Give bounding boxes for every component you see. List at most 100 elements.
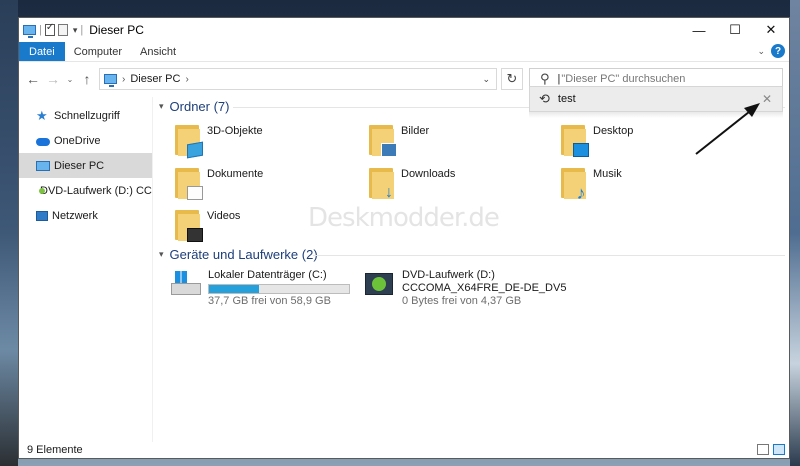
star-icon: ★ [36,107,48,123]
picture-icon [381,143,397,157]
network-icon [36,210,48,221]
sidebar-item-label: Netzwerk [52,209,98,222]
help-button[interactable]: ? [771,44,785,58]
refresh-button[interactable]: ↻ [501,68,523,90]
recent-locations-chevron-icon[interactable]: ⌄ [63,75,77,84]
suggestion-dropdown-shadow [529,112,783,118]
quick-access-toolbar: | ▾ | [19,22,84,38]
folder-label: Dokumente [207,168,264,180]
search-placeholder[interactable]: "Dieser PC" durchsuchen [561,73,685,85]
folder-label: Downloads [401,168,456,180]
back-arrow-icon[interactable]: ← [23,71,43,87]
drive-label: CCCOMA_X64FRE_DE-DE_DV5 [402,282,567,294]
sidebar-item-this-pc[interactable]: Dieser PC [19,153,152,178]
expand-ribbon-chevron-icon[interactable]: ⌄ [757,46,765,57]
up-arrow-icon[interactable]: ↑ [77,71,97,87]
film-strip-icon [187,228,203,242]
toolbar-separator: | [39,24,42,36]
folder-icon [559,121,589,157]
forward-arrow-icon[interactable]: → [43,71,63,87]
folder-documents[interactable]: Dokumente [173,168,263,200]
hard-drive-icon [169,269,203,301]
folder-icon [367,121,397,157]
tab-datei[interactable]: Datei [19,42,65,61]
drive-usage-bar [208,284,350,294]
document-icon [187,186,203,200]
download-arrow-icon: ↓ [385,184,393,201]
watermark: Deskmodder.de [308,203,500,233]
group-title: Geräte und Laufwerke (2) [169,247,318,262]
new-folder-icon[interactable] [57,24,68,36]
folder-label: Videos [207,210,241,222]
breadcrumb-chevron-icon[interactable]: › [185,74,188,85]
file-list: ▾ Ordner (7) 3D-Objekte Bilder Desktop D… [153,97,789,444]
folder-icon: ↓ [367,164,395,201]
collapse-chevron-icon[interactable]: ▾ [159,101,164,112]
sidebar-item-network[interactable]: Netzwerk [19,203,152,228]
customize-toolbar-chevron-icon[interactable]: ▾ [73,25,78,36]
maximize-button[interactable]: ☐ [717,18,753,42]
collapse-chevron-icon[interactable]: ▾ [159,249,164,260]
this-pc-icon [23,25,36,38]
properties-icon[interactable] [44,22,55,36]
folder-label: Bilder [401,125,430,137]
ribbon-right-controls: ⌄ ? [757,44,785,58]
folder-icon: ♪ [559,164,587,203]
navigation-pane: ★ Schnellzugriff OneDrive Dieser PC DVD-… [19,97,153,444]
drive-c[interactable]: Lokaler Datenträger (C:) 37,7 GB frei vo… [169,269,350,308]
this-pc-icon [104,74,117,87]
address-dropdown-chevron-icon[interactable]: ⌄ [482,74,490,85]
folder-pictures[interactable]: Bilder [367,125,429,157]
folder-icon [173,121,203,159]
title-bar: | ▾ | Dieser PC — ☐ ✕ [19,18,789,42]
details-view-icon[interactable] [757,444,769,455]
music-note-icon: ♪ [576,183,586,203]
drive-d[interactable]: DVD-Laufwerk (D:) CCCOMA_X64FRE_DE-DE_DV… [363,269,566,308]
sidebar-item-quick-access[interactable]: ★ Schnellzugriff [19,103,152,128]
window-controls: — ☐ ✕ [681,18,789,42]
toolbar-separator: | [80,24,84,36]
view-buttons [757,444,785,455]
address-bar[interactable]: › Dieser PC › ⌄ [99,68,497,90]
ribbon-tabs: Datei Computer Ansicht ⌄ ? [19,42,789,62]
group-divider [313,255,785,256]
drive-name: DVD-Laufwerk (D:) [402,269,495,281]
explorer-window: | ▾ | Dieser PC — ☐ ✕ Datei Computer Ans… [18,17,790,459]
search-suggestion-text[interactable]: test [558,93,576,105]
sidebar-item-dvd-drive[interactable]: DVD-Laufwerk (D:) CCCC [19,178,152,203]
breadcrumb-chevron-icon[interactable]: › [122,74,125,85]
minimize-button[interactable]: — [681,18,717,42]
folder-3d-objects[interactable]: 3D-Objekte [173,125,263,159]
drive-usage-fill [209,285,260,293]
group-title: Ordner (7) [169,99,230,114]
folder-label: 3D-Objekte [207,125,263,137]
drive-free-space: 0 Bytes frei von 4,37 GB [402,295,522,307]
sidebar-item-onedrive[interactable]: OneDrive [19,128,152,153]
search-suggestion-item[interactable]: ⟲ test ✕ [529,86,783,112]
folder-label: Desktop [593,125,634,137]
tab-ansicht[interactable]: Ansicht [131,42,185,61]
remove-suggestion-icon[interactable]: ✕ [762,92,772,106]
folder-icon [173,164,203,200]
folder-label: Musik [593,168,622,180]
tiles-view-icon[interactable] [773,444,785,455]
folder-music[interactable]: ♪ Musik [559,168,622,202]
folder-videos[interactable]: Videos [173,210,240,242]
drive-name: Lokaler Datenträger (C:) [208,269,327,281]
breadcrumb-location[interactable]: Dieser PC [130,73,180,85]
group-header-drives[interactable]: ▾ Geräte und Laufwerke (2) [159,247,318,262]
desktop-icon [573,143,589,157]
text-cursor: | [557,73,561,85]
dvd-drive-icon [363,269,397,301]
group-header-folders[interactable]: ▾ Ordner (7) [159,99,230,114]
close-button[interactable]: ✕ [753,18,789,42]
tab-computer[interactable]: Computer [65,42,131,61]
history-icon: ⟲ [539,91,550,106]
sidebar-item-label: DVD-Laufwerk (D:) CCCC [40,184,152,197]
window-title: Dieser PC [89,23,144,37]
folder-desktop[interactable]: Desktop [559,125,633,157]
search-icon: ⚲ [540,71,550,86]
3d-cube-icon [187,141,203,159]
folder-downloads[interactable]: ↓ Downloads [367,168,456,201]
sidebar-item-label: Dieser PC [54,159,105,172]
